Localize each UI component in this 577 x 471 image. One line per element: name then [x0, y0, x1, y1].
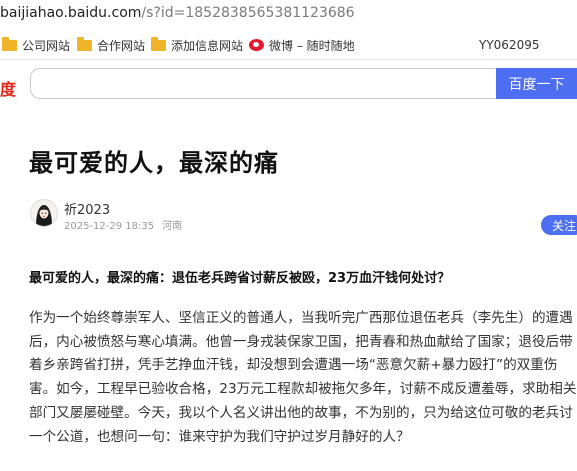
- bookmark-label: 添加信息网站: [171, 38, 244, 53]
- url-path: /s?id=1852838565381123686: [141, 5, 355, 21]
- bookmark-partner-sites[interactable]: 合作网站: [77, 36, 146, 53]
- bookmark-label: 微博 – 随时随地: [269, 38, 355, 53]
- article-lead: 最可爱的人，最深的痛：退伍老兵跨省讨薪反被殴，23万血汗钱何处讨？: [29, 271, 451, 286]
- publish-location: 河南: [162, 221, 183, 232]
- follow-button[interactable]: 关注: [541, 215, 577, 235]
- search-header: 度 百度一下: [0, 60, 577, 112]
- author-name[interactable]: 祈2023: [64, 199, 110, 218]
- weibo-icon: [249, 39, 264, 51]
- author-avatar[interactable]: [30, 199, 58, 227]
- bookmark-company-sites[interactable]: 公司网站: [2, 36, 71, 53]
- bookmark-weibo[interactable]: 微博 – 随时随地: [249, 37, 355, 53]
- page: baijiahao.baidu.com/s?id=185283856538112…: [0, 0, 577, 471]
- bookmark-right-text: YY062095: [479, 38, 540, 52]
- article-title: 最可爱的人，最深的痛: [29, 149, 279, 177]
- folder-icon: [151, 36, 166, 51]
- publish-date: 2025-12-29 18:35: [64, 221, 155, 232]
- url-host: baijiahao.baidu.com: [0, 5, 142, 21]
- bookmark-label: 公司网站: [22, 38, 71, 53]
- article-paragraph: 作为一个始终尊崇军人、坚信正义的普通人，当我听完广西那位退伍老兵（李先生）的遭遇…: [29, 310, 577, 445]
- search-button[interactable]: 百度一下: [496, 68, 577, 99]
- folder-icon: [77, 36, 92, 51]
- bookmark-add-info-sites[interactable]: 添加信息网站: [151, 36, 244, 53]
- bookmark-label: 合作网站: [97, 38, 146, 53]
- avatar-illustration: [31, 200, 57, 226]
- bookmarks-bar: 公司网站 合作网站 添加信息网站 微博 – 随时随地 YY062095: [0, 31, 577, 60]
- folder-icon: [2, 36, 17, 51]
- article-meta: 2025-12-29 18:35 河南: [64, 217, 182, 232]
- url-text[interactable]: baijiahao.baidu.com/s?id=185283856538112…: [0, 5, 355, 21]
- address-bar[interactable]: baijiahao.baidu.com/s?id=185283856538112…: [0, 0, 577, 30]
- baidu-logo[interactable]: 度: [0, 76, 16, 100]
- search-input[interactable]: [30, 68, 498, 99]
